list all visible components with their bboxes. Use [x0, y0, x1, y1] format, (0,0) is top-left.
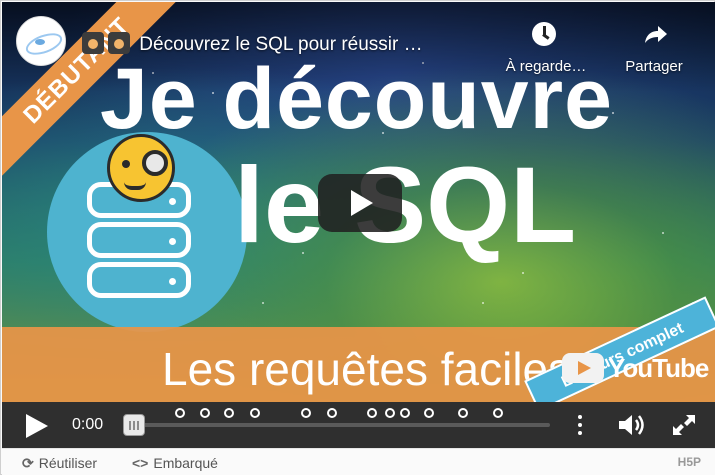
chapter-marker[interactable] [424, 408, 434, 418]
youtube-play-icon [562, 353, 604, 383]
chapter-marker[interactable] [458, 408, 468, 418]
share-arrow-icon [645, 26, 667, 43]
graduate-emoji-icon [82, 32, 104, 54]
video-title-text: Découvrez le SQL pour réussir … [139, 34, 423, 55]
thumbnail-heading-line2: le SQL [234, 144, 577, 265]
h5p-video-frame: Je découvre le SQL Les requêtes faciles … [0, 0, 715, 475]
center-play-button[interactable] [318, 174, 402, 232]
embed-code-icon: <> [132, 455, 149, 471]
chapter-marker[interactable] [327, 408, 337, 418]
embed-button[interactable]: <> Embarqué [132, 455, 218, 471]
h5p-footer: ⟳ Réutiliser <> Embarqué H5P [2, 448, 715, 475]
chapter-marker[interactable] [400, 408, 410, 418]
chapter-marker[interactable] [385, 408, 395, 418]
thumbnail-subtitle: Les requêtes faciles [162, 343, 572, 395]
h5p-logo[interactable]: H5P [678, 455, 701, 469]
volume-icon[interactable] [617, 414, 647, 436]
reuse-button[interactable]: ⟳ Réutiliser [22, 455, 97, 472]
play-icon[interactable] [24, 414, 48, 438]
seek-handle[interactable] [123, 414, 145, 436]
chapter-marker[interactable] [175, 408, 185, 418]
vertical-dots-icon[interactable] [575, 413, 585, 437]
graduate-emoji-icon [108, 32, 130, 54]
chapter-marker[interactable] [493, 408, 503, 418]
chapter-marker[interactable] [301, 408, 311, 418]
video-title[interactable]: Découvrez le SQL pour réussir … [82, 32, 423, 56]
chapter-marker[interactable] [367, 408, 377, 418]
fullscreen-icon[interactable] [672, 414, 696, 436]
chapter-marker[interactable] [224, 408, 234, 418]
youtube-logo-text: YouTube [608, 352, 709, 383]
video-player[interactable]: Je découvre le SQL Les requêtes faciles … [2, 2, 715, 402]
watch-later-label: À regarde… [505, 58, 587, 75]
video-control-bar: 0:00 [2, 402, 715, 448]
share-label: Partager [625, 58, 683, 75]
chapter-marker[interactable] [200, 408, 210, 418]
seek-bar[interactable] [126, 423, 550, 427]
youtube-logo[interactable]: YouTube [562, 350, 709, 386]
current-time: 0:00 [72, 416, 104, 433]
embed-label: Embarqué [153, 455, 218, 471]
emoji-eye [122, 160, 130, 168]
clock-icon [532, 22, 556, 46]
watch-later-button[interactable]: À regarde… [496, 16, 596, 76]
share-button[interactable]: Partager [604, 16, 704, 76]
channel-avatar[interactable] [16, 16, 66, 66]
reuse-label: Réutiliser [38, 455, 98, 471]
reuse-arrows-icon: ⟳ [22, 455, 34, 471]
monocle-icon [142, 150, 168, 176]
chapter-marker[interactable] [250, 408, 260, 418]
